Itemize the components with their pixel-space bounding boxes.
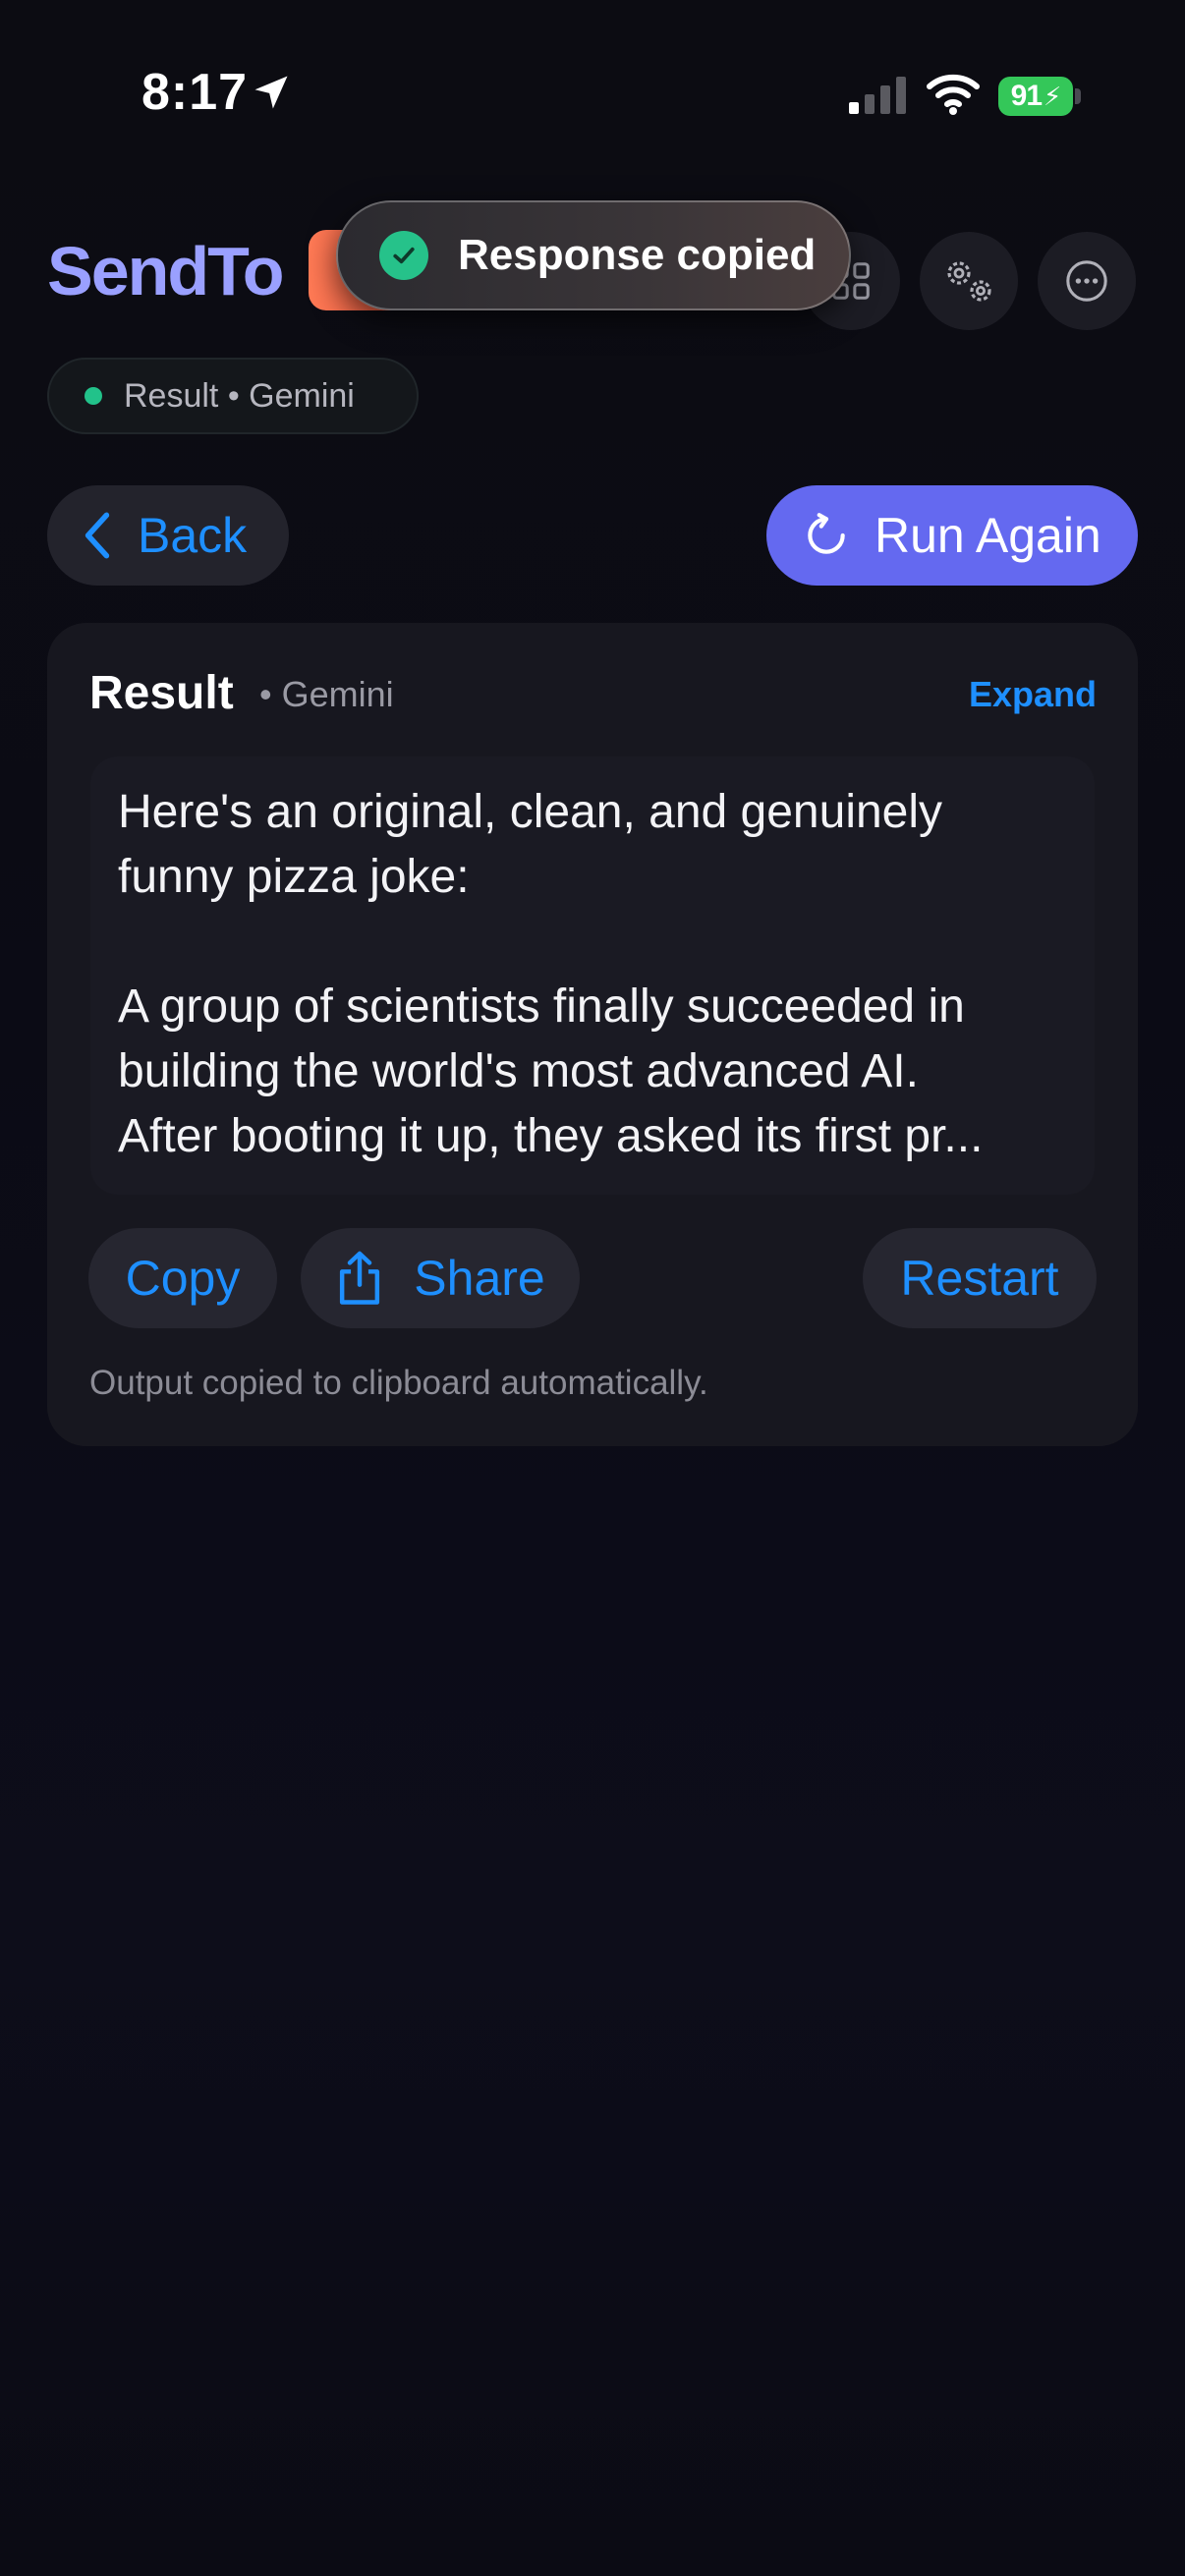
app-brand: SendTo <box>47 233 284 309</box>
share-button[interactable]: Share <box>301 1228 580 1328</box>
status-time: 8:17 <box>141 64 249 121</box>
restart-label: Restart <box>900 1251 1059 1306</box>
restart-button[interactable]: Restart <box>863 1228 1097 1328</box>
settings-button[interactable] <box>920 232 1018 330</box>
back-label: Back <box>138 508 248 563</box>
copied-toast: Response copied <box>336 200 851 310</box>
status-pill: Result • Gemini <box>47 358 419 434</box>
signal-icon <box>849 77 906 114</box>
battery-cap <box>1075 88 1081 104</box>
settings-gears-icon <box>947 261 991 302</box>
result-text: Here's an original, clean, and genuinely… <box>118 786 984 1162</box>
more-icon <box>1066 260 1107 302</box>
clipboard-footnote: Output copied to clipboard automatically… <box>89 1364 708 1402</box>
more-button[interactable] <box>1038 232 1136 330</box>
toast-message: Response copied <box>458 231 817 279</box>
checkmark-icon <box>379 231 428 280</box>
status-pill-text: Result • Gemini <box>124 376 355 415</box>
result-title: Result <box>89 667 234 719</box>
copy-button[interactable]: Copy <box>88 1228 277 1328</box>
status-dot-icon <box>85 387 102 405</box>
chevron-left-icon <box>85 512 110 559</box>
share-label: Share <box>414 1251 545 1306</box>
result-source: • Gemini <box>259 674 394 714</box>
share-icon <box>340 1251 380 1305</box>
run-again-label: Run Again <box>875 508 1101 563</box>
wifi-icon <box>927 74 980 115</box>
expand-button[interactable]: Expand <box>969 674 1097 715</box>
refresh-icon <box>808 513 845 554</box>
location-arrow-icon <box>254 76 288 109</box>
copy-label: Copy <box>125 1251 241 1306</box>
back-button[interactable]: Back <box>47 485 289 586</box>
battery-icon: 91 ⚡ <box>998 77 1073 116</box>
run-again-button[interactable]: Run Again <box>766 485 1138 586</box>
battery-level: 91 <box>1010 80 1043 112</box>
